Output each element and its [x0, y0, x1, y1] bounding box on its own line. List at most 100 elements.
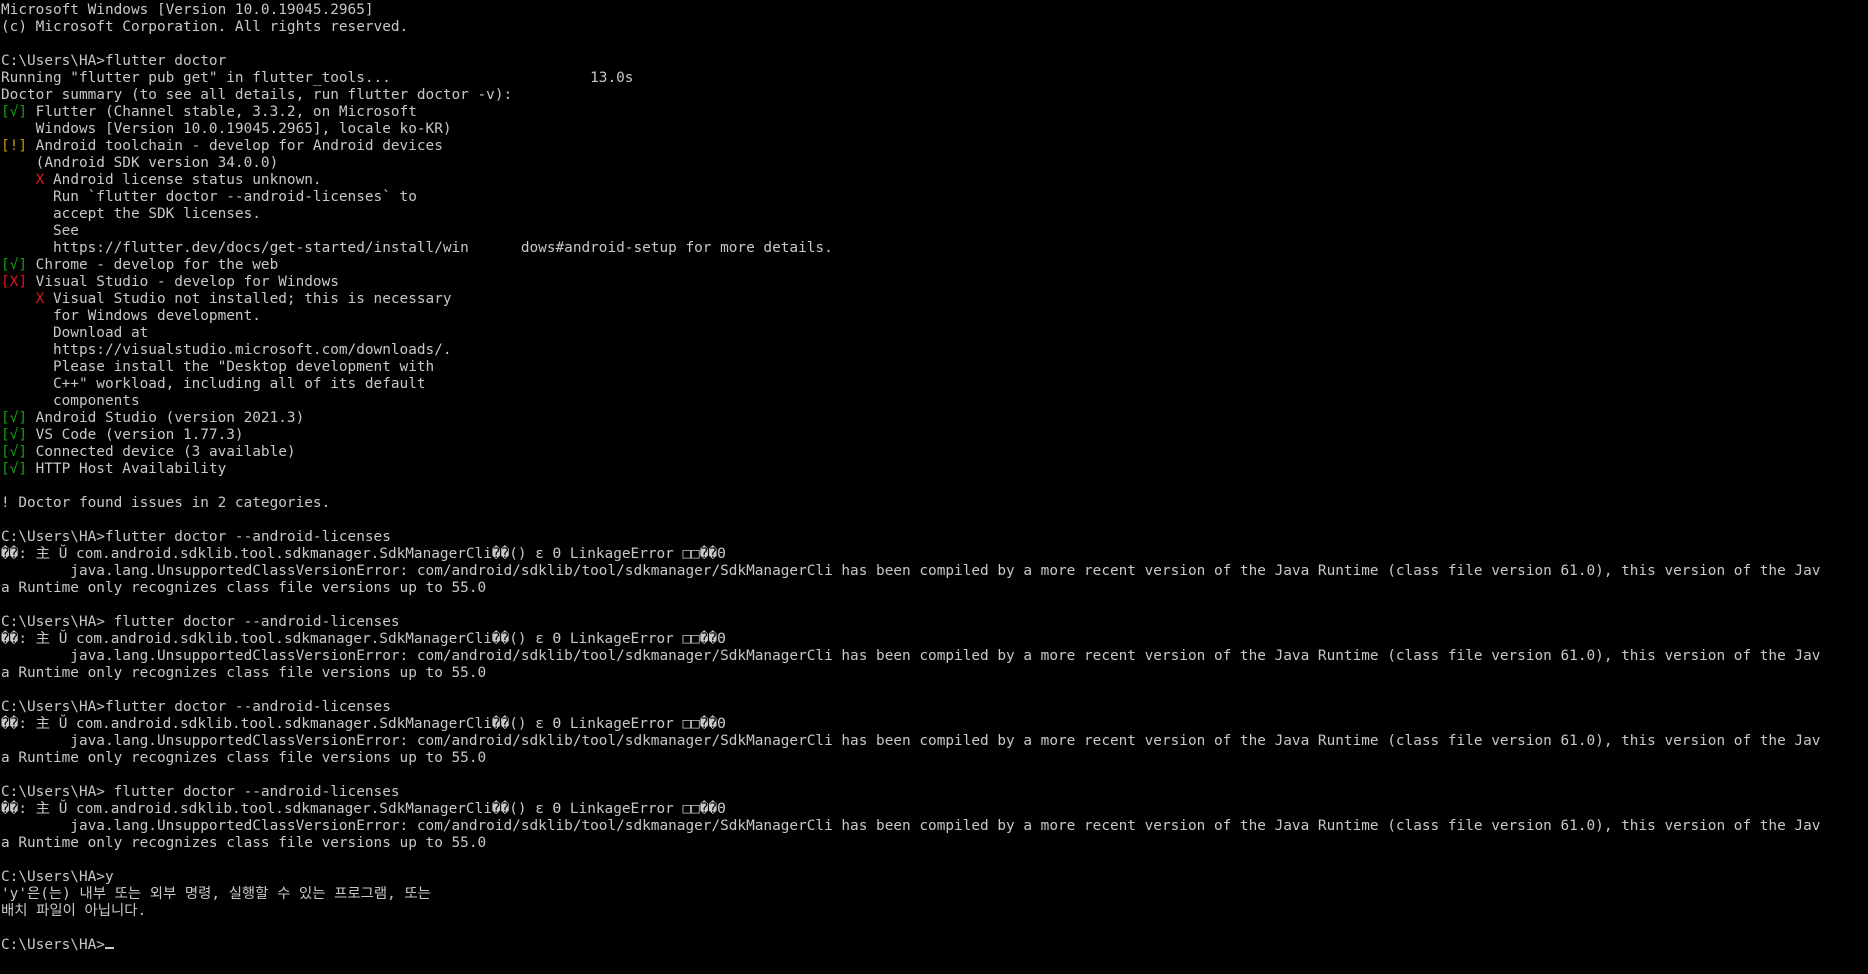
console-window[interactable]: Microsoft Windows [Version 10.0.19045.29… — [0, 0, 1868, 974]
console-line: Download at — [1, 325, 1868, 342]
console-text: VS Code (version 1.77.3) — [27, 427, 244, 443]
console-line: C:\Users\HA> flutter doctor --android-li… — [1, 784, 1868, 801]
console-line: a Runtime only recognizes class file ver… — [1, 835, 1868, 852]
status-marker: [√] — [1, 410, 27, 426]
status-marker: [!] — [1, 138, 27, 154]
console-text: Chrome - develop for the web — [27, 257, 279, 273]
console-text: Please install the "Desktop development … — [1, 359, 435, 375]
console-line: ! Doctor found issues in 2 categories. — [1, 495, 1868, 512]
status-marker: [√] — [1, 444, 27, 460]
console-line: for Windows development. — [1, 308, 1868, 325]
console-text: Flutter (Channel stable, 3.3.2, on Micro… — [27, 104, 417, 120]
console-text: Android toolchain - develop for Android … — [27, 138, 443, 154]
console-text: Connected device (3 available) — [27, 444, 296, 460]
console-line: C:\Users\HA>y — [1, 869, 1868, 886]
console-line: ��: 主 Ŭ com.android.sdklib.tool.sdkmanag… — [1, 546, 1868, 563]
console-text: ��: 主 Ŭ com.android.sdklib.tool.sdkmanag… — [1, 631, 726, 647]
console-text: C++" workload, including all of its defa… — [1, 376, 426, 392]
console-text: a Runtime only recognizes class file ver… — [1, 665, 487, 681]
console-line: C++" workload, including all of its defa… — [1, 376, 1868, 393]
console-line: ��: 主 Ŭ com.android.sdklib.tool.sdkmanag… — [1, 716, 1868, 733]
console-text: ��: 主 Ŭ com.android.sdklib.tool.sdkmanag… — [1, 801, 726, 817]
console-text: See — [1, 223, 79, 239]
console-line: X Android license status unknown. — [1, 172, 1868, 189]
console-text: Running "flutter pub get" in flutter_too… — [1, 70, 634, 86]
console-line: java.lang.UnsupportedClassVersionError: … — [1, 733, 1868, 750]
console-text: (Android SDK version 34.0.0) — [1, 155, 279, 171]
console-line: Doctor summary (to see all details, run … — [1, 87, 1868, 104]
console-line: (c) Microsoft Corporation. All rights re… — [1, 19, 1868, 36]
console-text: java.lang.UnsupportedClassVersionError: … — [1, 563, 1821, 579]
console-text: a Runtime only recognizes class file ver… — [1, 835, 487, 851]
console-line: https://visualstudio.microsoft.com/downl… — [1, 342, 1868, 359]
status-marker: [√] — [1, 104, 27, 120]
console-line: [√] Connected device (3 available) — [1, 444, 1868, 461]
console-text: for Windows development. — [1, 308, 261, 324]
console-text: Visual Studio not installed; this is nec… — [44, 291, 452, 307]
console-text: https://flutter.dev/docs/get-started/ins… — [1, 240, 833, 256]
console-text: C:\Users\HA>flutter doctor --android-lic… — [1, 529, 391, 545]
console-line: Running "flutter pub get" in flutter_too… — [1, 70, 1868, 87]
console-text: java.lang.UnsupportedClassVersionError: … — [1, 733, 1821, 749]
console-line: [X] Visual Studio - develop for Windows — [1, 274, 1868, 291]
console-line: java.lang.UnsupportedClassVersionError: … — [1, 563, 1868, 580]
console-line: components — [1, 393, 1868, 410]
console-line: 'y'은(는) 내부 또는 외부 명령, 실행할 수 있는 프로그램, 또는 — [1, 886, 1868, 903]
console-text: C:\Users\HA> flutter doctor --android-li… — [1, 614, 400, 630]
status-marker: [√] — [1, 257, 27, 273]
console-line: [√] VS Code (version 1.77.3) — [1, 427, 1868, 444]
console-line: 배치 파일이 아닙니다. — [1, 903, 1868, 920]
text-cursor — [104, 947, 114, 949]
console-line: C:\Users\HA>flutter doctor --android-lic… — [1, 699, 1868, 716]
console-line: See — [1, 223, 1868, 240]
status-marker: [X] — [1, 274, 27, 290]
console-line: [√] Android Studio (version 2021.3) — [1, 410, 1868, 427]
console-text: Windows [Version 10.0.19045.2965], local… — [1, 121, 452, 137]
console-line: a Runtime only recognizes class file ver… — [1, 750, 1868, 767]
console-text: ! Doctor found issues in 2 categories. — [1, 495, 331, 511]
console-text: Microsoft Windows [Version 10.0.19045.29… — [1, 2, 374, 18]
status-marker: [√] — [1, 461, 27, 477]
console-text: Download at — [1, 325, 149, 341]
console-line: accept the SDK licenses. — [1, 206, 1868, 223]
console-text: C:\Users\HA>y — [1, 869, 114, 885]
console-line: a Runtime only recognizes class file ver… — [1, 580, 1868, 597]
console-text: java.lang.UnsupportedClassVersionError: … — [1, 648, 1821, 664]
console-line: Microsoft Windows [Version 10.0.19045.29… — [1, 2, 1868, 19]
console-text: (c) Microsoft Corporation. All rights re… — [1, 19, 409, 35]
console-text: components — [1, 393, 140, 409]
console-line: https://flutter.dev/docs/get-started/ins… — [1, 240, 1868, 257]
console-line: [√] Flutter (Channel stable, 3.3.2, on M… — [1, 104, 1868, 121]
console-text: Run `flutter doctor --android-licenses` … — [1, 189, 417, 205]
console-line: C:\Users\HA>flutter doctor — [1, 53, 1868, 70]
console-line: (Android SDK version 34.0.0) — [1, 155, 1868, 172]
console-text: java.lang.UnsupportedClassVersionError: … — [1, 818, 1821, 834]
console-line: Run `flutter doctor --android-licenses` … — [1, 189, 1868, 206]
console-line: X Visual Studio not installed; this is n… — [1, 291, 1868, 308]
console-text: HTTP Host Availability — [27, 461, 227, 477]
console-line: a Runtime only recognizes class file ver… — [1, 665, 1868, 682]
status-marker: [√] — [1, 427, 27, 443]
console-line: java.lang.UnsupportedClassVersionError: … — [1, 818, 1868, 835]
console-line: [!] Android toolchain - develop for Andr… — [1, 138, 1868, 155]
console-line: [√] Chrome - develop for the web — [1, 257, 1868, 274]
console-text: 'y'은(는) 내부 또는 외부 명령, 실행할 수 있는 프로그램, 또는 — [1, 886, 431, 902]
console-line: ��: 主 Ŭ com.android.sdklib.tool.sdkmanag… — [1, 801, 1868, 818]
console-text: C:\Users\HA>flutter doctor — [1, 53, 227, 69]
console-line: Windows [Version 10.0.19045.2965], local… — [1, 121, 1868, 138]
console-line: java.lang.UnsupportedClassVersionError: … — [1, 648, 1868, 665]
console-line: C:\Users\HA>flutter doctor --android-lic… — [1, 529, 1868, 546]
console-prompt-line[interactable]: C:\Users\HA> — [1, 937, 1868, 954]
console-line: C:\Users\HA> flutter doctor --android-li… — [1, 614, 1868, 631]
console-text: Visual Studio - develop for Windows — [27, 274, 339, 290]
console-text: a Runtime only recognizes class file ver… — [1, 580, 487, 596]
console-output[interactable]: Microsoft Windows [Version 10.0.19045.29… — [0, 0, 1868, 954]
